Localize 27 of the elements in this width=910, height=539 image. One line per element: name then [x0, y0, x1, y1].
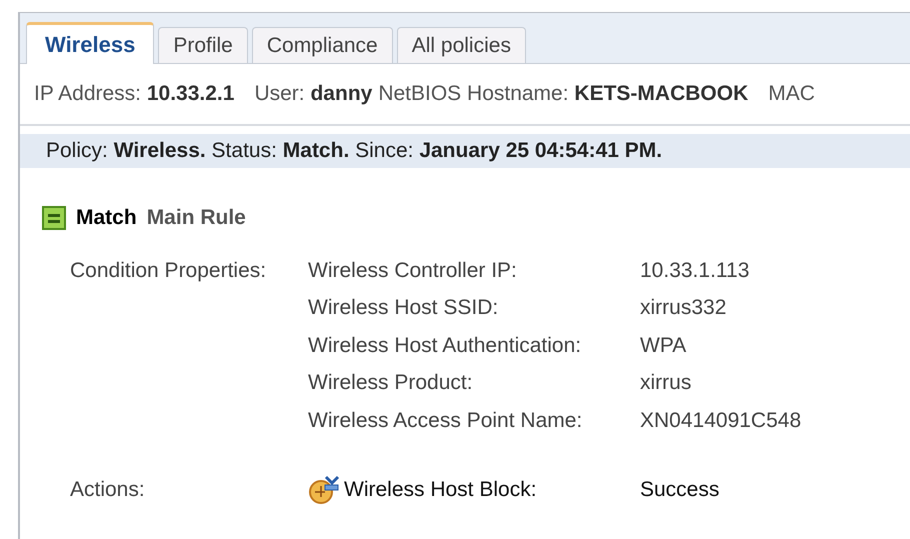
info-text: User: danny	[254, 81, 372, 108]
property-name: Wireless Access Point Name:	[308, 408, 584, 434]
property-value: 10.33.1.113	[640, 258, 750, 284]
property-value: xirrus332	[640, 295, 728, 321]
action-name: Wireless Host Block:	[344, 477, 537, 503]
property-value: XN0414091C548	[640, 408, 802, 434]
property-name: Wireless Product:	[308, 370, 474, 396]
property-name: Wireless Host Authentication:	[308, 332, 582, 358]
condition-properties-label: Condition Properties:	[70, 258, 268, 284]
policy-status-text: Policy: Wireless. Status: Match. Since: January 25 04:54:41 PM.	[46, 138, 662, 164]
rule-name: Main Rule	[146, 205, 246, 231]
tab[interactable]: Profile	[158, 27, 248, 63]
block-action-icon	[308, 474, 340, 505]
equals-icon	[42, 206, 66, 230]
tab[interactable]: Compliance	[252, 27, 393, 63]
actions-label: Actions:	[70, 477, 146, 503]
tab[interactable]: All policies	[396, 27, 526, 63]
info-text: IP Address: 10.33.2.1	[34, 81, 234, 108]
property-name: Wireless Controller IP:	[308, 258, 518, 284]
info-text: MAC	[768, 81, 815, 108]
tab[interactable]: Wireless	[26, 22, 154, 64]
property-value: xirrus	[640, 370, 692, 396]
property-name: Wireless Host SSID:	[308, 295, 500, 321]
property-value: WPA	[640, 332, 688, 358]
action-result: Success	[640, 477, 720, 503]
rule-result: Match	[76, 205, 137, 231]
info-text: NetBIOS Hostname: KETS-MACBOOK	[378, 81, 748, 108]
